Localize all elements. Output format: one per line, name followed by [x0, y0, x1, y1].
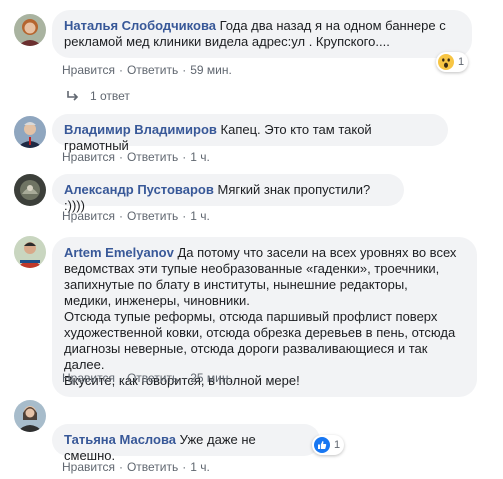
comment-bubble: Наталья Слободчикова Года два назад я на…	[52, 10, 472, 58]
comment-text-line: запихнутые по блату в институты, нынешни…	[64, 277, 408, 292]
avatar[interactable]	[14, 236, 46, 268]
timestamp[interactable]: 1 ч.	[190, 209, 210, 223]
comment-text-line: Отсюда тупые реформы, отсюда паршивый пр…	[64, 309, 438, 324]
comment-author[interactable]: Татьяна Маслова	[64, 432, 176, 447]
comment-author[interactable]: Владимир Владимиров	[64, 122, 217, 137]
comment-text-line: рекламой мед клиники видела адрес:ул . К…	[64, 34, 390, 49]
reaction-count: 1	[334, 439, 341, 451]
like-link[interactable]: Нравится	[62, 460, 115, 474]
view-replies-link[interactable]: 1 ответ	[66, 89, 130, 103]
timestamp[interactable]: 1 ч.	[190, 460, 210, 474]
avatar[interactable]	[14, 174, 46, 206]
like-link[interactable]: Нравится	[62, 371, 115, 385]
reply-link[interactable]: Ответить	[127, 371, 178, 385]
reply-link[interactable]: Ответить	[127, 63, 178, 77]
comment-author[interactable]: Александр Пустоваров	[64, 182, 214, 197]
comment-text-line: художественной ковки, отсюда обрезка дер…	[64, 325, 456, 340]
comment-text-line: Да потому что засели на всех уровнях во …	[177, 245, 457, 260]
wow-reaction-icon	[438, 54, 454, 70]
like-reaction-icon	[314, 437, 330, 453]
replies-count: 1 ответ	[90, 89, 130, 103]
like-link[interactable]: Нравится	[62, 150, 115, 164]
reaction-summary[interactable]: 1	[436, 52, 469, 72]
timestamp[interactable]: 59 мин.	[190, 63, 232, 77]
comment-actions: Нравится · Ответить · 59 мин.	[62, 63, 232, 77]
comment-actions: Нравится · Ответить · 1 ч.	[62, 460, 210, 474]
comment-author[interactable]: Artem Emelyanov	[64, 245, 174, 260]
comment-actions: Нравится · Ответить · 1 ч.	[62, 150, 210, 164]
reaction-summary[interactable]: 1	[312, 435, 345, 455]
reaction-count: 1	[458, 56, 465, 68]
avatar[interactable]	[14, 400, 46, 432]
like-link[interactable]: Нравится	[62, 209, 115, 223]
timestamp[interactable]: 1 ч.	[190, 150, 210, 164]
reply-link[interactable]: Ответить	[127, 209, 178, 223]
comment-bubble: Владимир Владимиров Капец. Это кто там т…	[52, 114, 448, 153]
comment-actions: Нравится · Ответить · 1 ч.	[62, 209, 210, 223]
comment-text-line: ведомствах эти тупые необразованные «гад…	[64, 261, 440, 276]
reply-arrow-icon	[66, 90, 80, 102]
comment-actions: Нравится · Ответить · 25 мин.	[62, 371, 232, 385]
comment-bubble: Александр Пустоваров Мягкий знак пропуст…	[52, 174, 404, 213]
comment-bubble: Татьяна Маслова Уже даже не смешно.	[52, 424, 320, 463]
reply-link[interactable]: Ответить	[127, 460, 178, 474]
comment-author[interactable]: Наталья Слободчикова	[64, 18, 216, 33]
reply-link[interactable]: Ответить	[127, 150, 178, 164]
avatar[interactable]	[14, 116, 46, 148]
like-link[interactable]: Нравится	[62, 63, 115, 77]
comment-text-line: медики, инженеры, чиновники.	[64, 293, 250, 308]
comment-text-line: далее.	[64, 357, 105, 372]
comment-text-line: Года два назад я на одном баннере с	[219, 18, 446, 33]
timestamp[interactable]: 25 мин.	[190, 371, 232, 385]
avatar[interactable]	[14, 14, 46, 46]
comment-text-line: диагнозы неверные, отсюда дороги развали…	[64, 341, 428, 356]
